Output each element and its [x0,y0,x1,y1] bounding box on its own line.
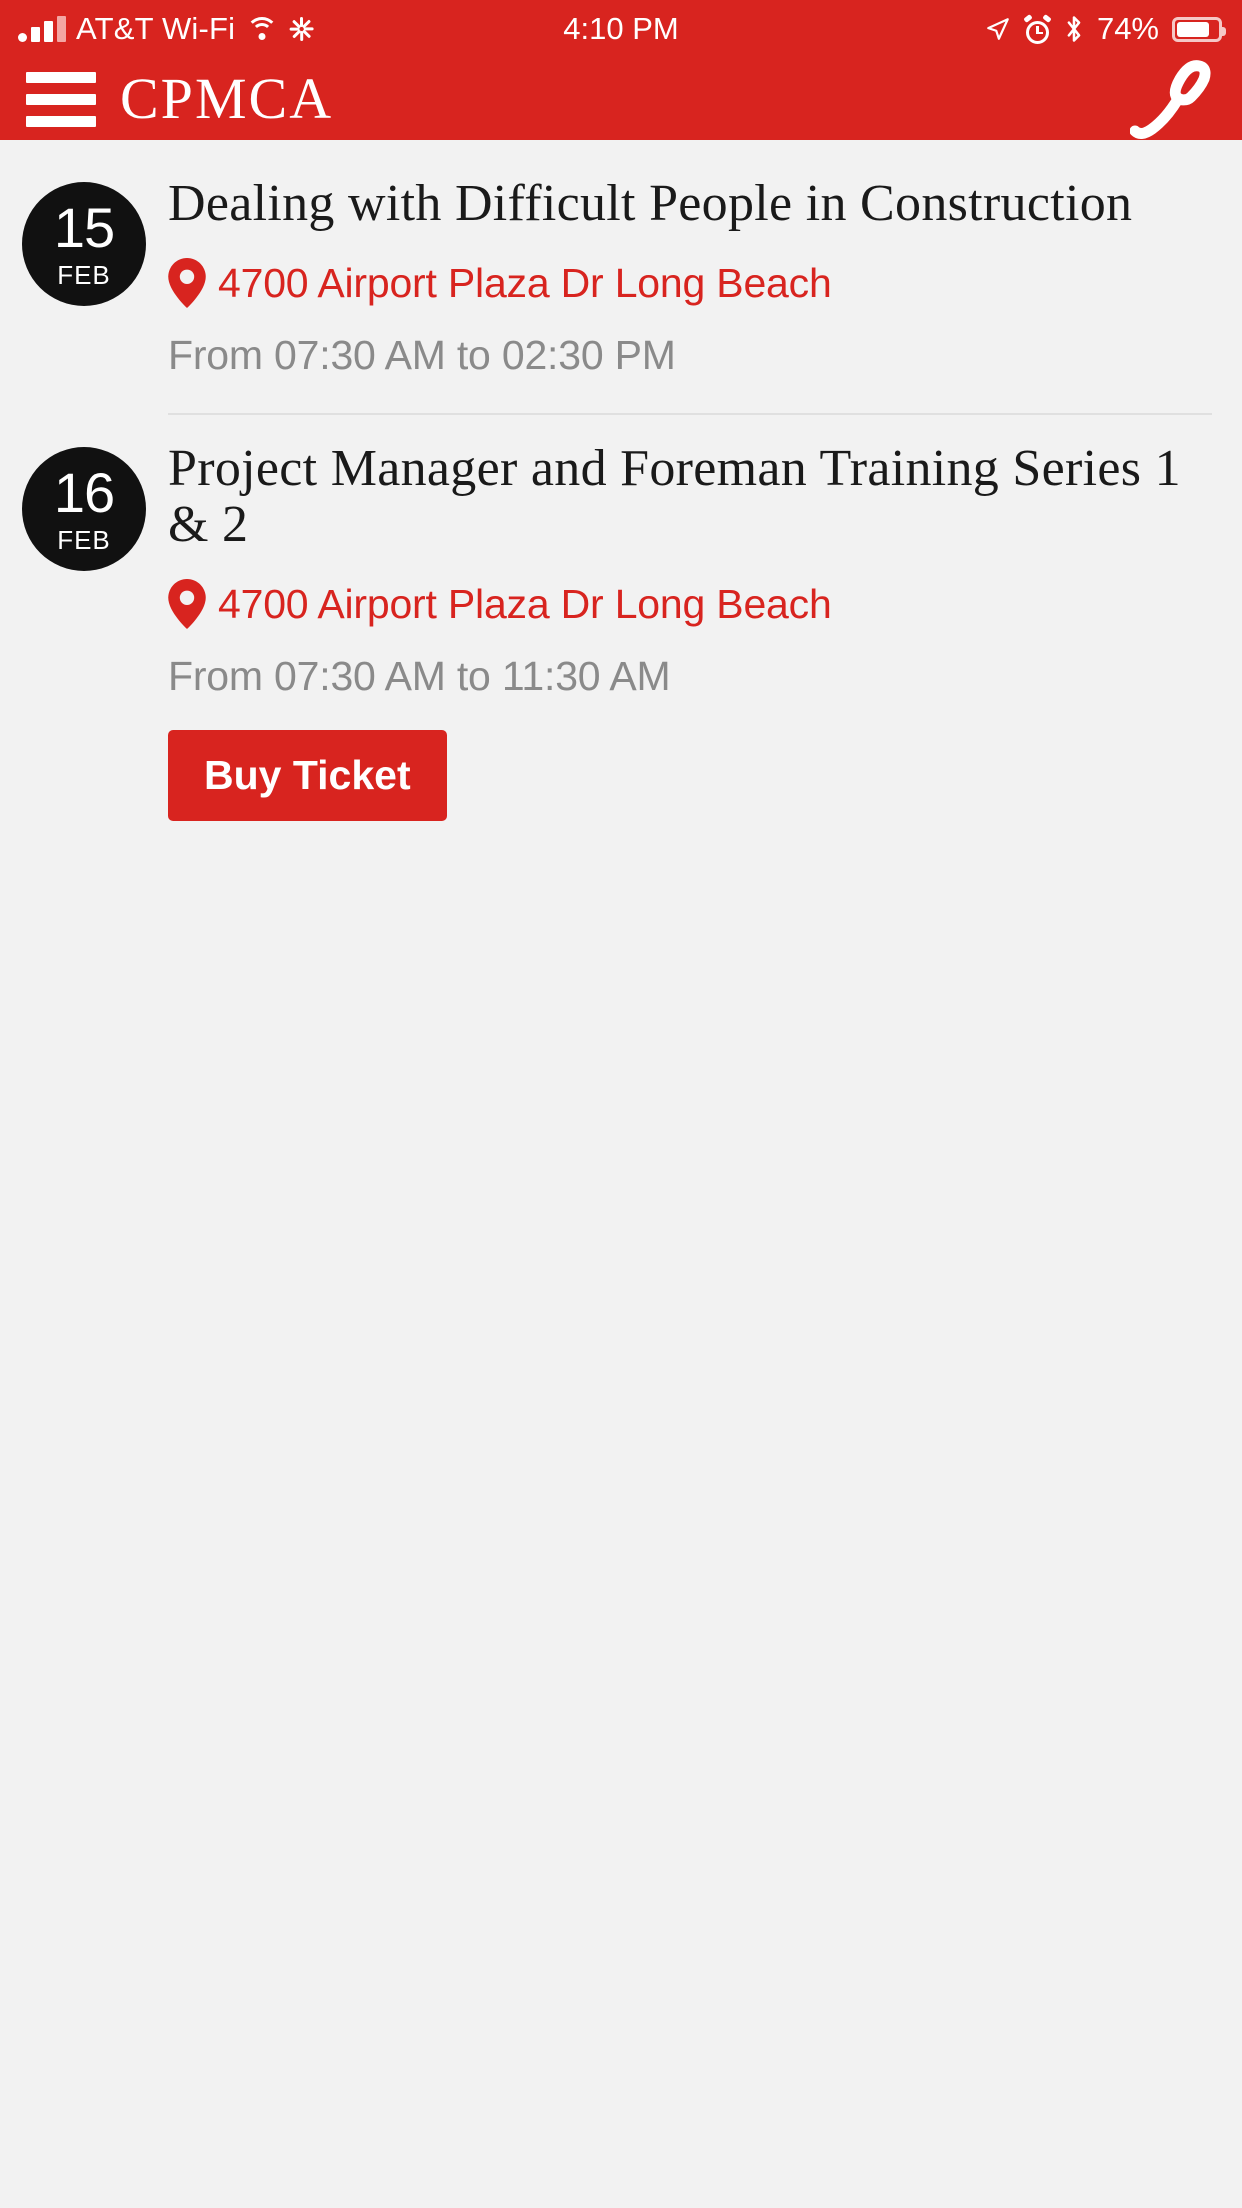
event-date-day: 16 [53,461,115,525]
hamburger-menu-icon[interactable] [26,71,96,127]
event-location-label: 4700 Airport Plaza Dr Long Beach [218,259,832,306]
event-list: 15 FEB Dealing with Difficult People in … [0,140,1242,822]
map-pin-icon [168,258,206,309]
event-body: Dealing with Difficult People in Constru… [146,175,1242,379]
status-bar-clock: 4:10 PM [563,11,679,46]
event-location-label: 4700 Airport Plaza Dr Long Beach [218,580,832,627]
event-item[interactable]: 15 FEB Dealing with Difficult People in … [0,150,1242,379]
event-location-row[interactable]: 4700 Airport Plaza Dr Long Beach [168,258,1212,309]
buy-ticket-button[interactable]: Buy Ticket [168,730,447,822]
event-title: Dealing with Difficult People in Constru… [168,175,1133,232]
event-time-label: From 07:30 AM to 02:30 PM [168,332,676,379]
event-date-badge: 15 FEB [22,182,146,306]
navigation-bar: CPMCA [0,58,1242,140]
event-date-day: 15 [53,196,115,259]
event-date-month: FEB [57,525,111,556]
event-item[interactable]: 16 FEB Project Manager and Foreman Train… [0,415,1242,822]
event-date-badge: 16 FEB [22,447,146,572]
event-location-row[interactable]: 4700 Airport Plaza Dr Long Beach [168,579,1212,630]
map-pin-icon [168,579,206,630]
phone-call-icon[interactable] [1130,60,1216,139]
event-title: Project Manager and Foreman Training Ser… [168,440,1181,554]
app-screen: AT&T Wi-Fi 4:10 PM 74% CPMCA 15 FEB Deal… [0,0,1242,2208]
event-time-label: From 07:30 AM to 11:30 AM [168,653,671,700]
event-body: Project Manager and Foreman Training Ser… [146,440,1242,822]
event-date-month: FEB [57,260,111,290]
alarm-clock-icon [1023,13,1052,44]
battery-icon [1172,16,1226,42]
page-title: CPMCA [120,66,334,131]
status-bar: AT&T Wi-Fi 4:10 PM 74% [0,0,1242,58]
